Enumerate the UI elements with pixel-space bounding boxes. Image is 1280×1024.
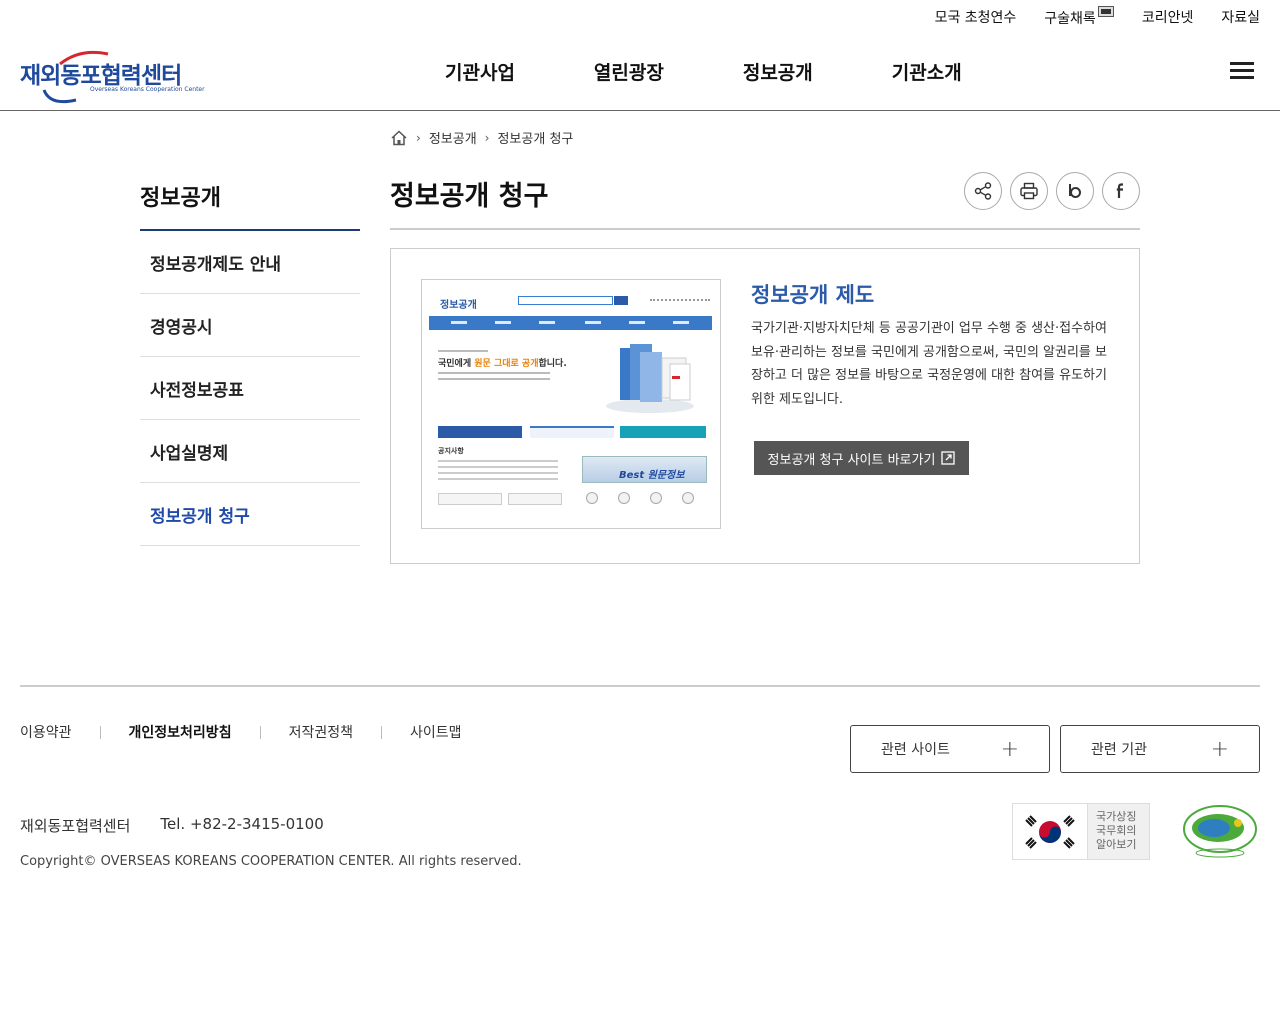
footer-separator — [259, 725, 261, 739]
plus-icon: + — [1210, 736, 1229, 762]
mock-logo: 정보공개 — [440, 300, 477, 311]
new-window-icon — [941, 451, 956, 465]
mock-search-bar — [518, 296, 613, 305]
print-icon[interactable] — [1010, 172, 1048, 210]
mock-button — [438, 493, 502, 505]
go-button-label: 정보공개 청구 사이트 바로가기 — [767, 452, 936, 468]
footer-link-privacy[interactable]: 개인정보처리방침 — [129, 722, 232, 742]
site-header: 재외동포협력센터 Overseas Koreans Cooperation Ce… — [0, 34, 1280, 111]
lnb-title: 정보공개 — [140, 186, 221, 211]
footer-links: 이용약관 개인정보처리방침 저작권정책 사이트맵 — [20, 722, 462, 742]
related-sites-select[interactable]: 관련 사이트 + — [850, 725, 1050, 773]
go-to-info-request-site-button[interactable]: 정보공개 청구 사이트 바로가기 — [754, 441, 969, 475]
footer-contact: 재외동포협력센터 Tel. +82-2-3415-0100 — [20, 815, 324, 836]
mock-nav-bar — [429, 316, 712, 330]
footer-copyright: Copyright© OVERSEAS KOREANS COOPERATION … — [20, 854, 522, 869]
gnb-item-open-square[interactable]: 열린광장 — [594, 58, 664, 85]
related-sites-label: 관련 사이트 — [881, 742, 950, 758]
mock-step-3-bar — [620, 426, 706, 438]
national-symbol-text: 국가상징 국무회의 알아보기 — [1088, 804, 1149, 859]
mock-notice-title: 공지사항 — [438, 447, 464, 455]
lnb-item-project-naming[interactable]: 사업실명제 — [140, 420, 360, 483]
home-icon[interactable] — [390, 129, 408, 146]
mock-text-line — [438, 378, 550, 380]
national-symbol-badge[interactable]: 국가상징 국무회의 알아보기 — [1012, 803, 1150, 860]
mock-top-menu — [650, 299, 710, 302]
related-orgs-label: 관련 기관 — [1091, 742, 1147, 758]
info-request-box: 정보공개 국민에게 원문 그대로 공개합니다. 공지사항 Best 원문정보 정… — [390, 248, 1140, 564]
breadcrumb: › 정보공개 › 정보공개 청구 — [390, 128, 573, 147]
related-orgs-select[interactable]: 관련 기관 + — [1060, 725, 1260, 773]
gnb-item-about[interactable]: 기관소개 — [892, 58, 962, 85]
util-link-koreannet[interactable]: 코리안넷 — [1142, 7, 1194, 27]
lnb-item-pre-release[interactable]: 사전정보공표 — [140, 357, 360, 420]
mock-circle-icon — [586, 492, 598, 504]
gov-badge-line: 국가상징 — [1096, 810, 1137, 823]
chevron-right-icon: › — [484, 130, 490, 145]
gnb-item-programs[interactable]: 기관사업 — [445, 58, 515, 85]
plus-icon: + — [1000, 736, 1019, 762]
mock-circle-icon — [682, 492, 694, 504]
mock-hero-text: 국민에게 원문 그대로 공개합니다. — [438, 359, 567, 369]
footer-org-name: 재외동포협력센터 — [20, 817, 131, 835]
site-logo[interactable]: 재외동포협력센터 Overseas Koreans Cooperation Ce… — [20, 42, 205, 104]
page-title: 정보공개 청구 — [390, 181, 549, 212]
footer-link-sitemap[interactable]: 사이트맵 — [410, 722, 462, 742]
portal-preview-image: 정보공개 국민에게 원문 그대로 공개합니다. 공지사항 Best 원문정보 — [421, 279, 721, 529]
logo-english-text: Overseas Koreans Cooperation Center — [90, 86, 205, 93]
global-nav: 기관사업 열린광장 정보공개 기관소개 — [445, 58, 962, 85]
mock-list-row — [438, 466, 558, 468]
footer-separator — [380, 725, 382, 739]
mock-list-row — [438, 472, 558, 474]
mock-best-banner: Best 원문정보 — [582, 456, 707, 483]
blog-icon[interactable] — [1056, 172, 1094, 210]
breadcrumb-level2[interactable]: 정보공개 청구 — [497, 128, 573, 147]
share-tools — [964, 172, 1140, 210]
mock-step-2-bar — [530, 426, 614, 438]
web-accessibility-mark-icon — [1183, 805, 1257, 858]
mock-step-1-bar — [438, 426, 522, 438]
mock-circle-icon — [618, 492, 630, 504]
mock-button — [508, 493, 562, 505]
gnb-item-info-disclosure[interactable]: 정보공개 — [743, 58, 813, 85]
footer-link-copyright[interactable]: 저작권정책 — [289, 722, 353, 742]
gov-badge-line: 국무회의 — [1096, 824, 1137, 837]
title-divider — [390, 228, 1140, 230]
util-link-oral-history[interactable]: 구술채록 — [1044, 6, 1114, 28]
utility-nav: 모국 초청연수 구술채록 코리안넷 자료실 — [935, 0, 1260, 34]
chevron-right-icon: › — [416, 130, 421, 145]
footer-separator — [99, 725, 101, 739]
breadcrumb-level1[interactable]: 정보공개 — [429, 128, 477, 147]
content-heading: 정보공개 제도 — [751, 283, 875, 307]
mock-text-line — [438, 350, 488, 352]
mock-circle-icon — [650, 492, 662, 504]
mock-list-row — [438, 460, 558, 462]
facebook-icon[interactable] — [1102, 172, 1140, 210]
footer-tel: Tel. +82-2-3415-0100 — [160, 815, 324, 833]
mock-search-button — [614, 296, 628, 305]
footer-link-terms[interactable]: 이용약관 — [20, 722, 72, 742]
util-link-invite-training[interactable]: 모국 초청연수 — [935, 7, 1017, 27]
share-icon[interactable] — [964, 172, 1002, 210]
util-link-archive[interactable]: 자료실 — [1221, 7, 1260, 27]
lnb-item-management-disclosure[interactable]: 경영공시 — [140, 294, 360, 357]
external-window-icon — [1097, 6, 1114, 17]
korean-flag-icon — [1013, 804, 1088, 859]
mock-list-row — [438, 478, 558, 480]
util-link-oral-history-label: 구술채록 — [1044, 11, 1096, 27]
mock-documents-illustration — [606, 344, 694, 413]
lnb-item-system-guide[interactable]: 정보공개제도 안내 — [140, 231, 360, 294]
lnb-item-info-request[interactable]: 정보공개 청구 — [140, 483, 360, 546]
gov-badge-line: 알아보기 — [1096, 838, 1137, 851]
content-description: 국가기관·지방자치단체 등 공공기관이 업무 수행 중 생산·접수하여 보유·관… — [751, 321, 1107, 407]
logo-korean-text: 재외동포협력센터 — [20, 63, 182, 89]
mock-text-line — [438, 372, 550, 374]
footer-divider — [20, 685, 1260, 687]
hamburger-menu-icon[interactable] — [1230, 62, 1254, 80]
side-nav: 정보공개제도 안내 경영공시 사전정보공표 사업실명제 정보공개 청구 — [140, 231, 360, 546]
